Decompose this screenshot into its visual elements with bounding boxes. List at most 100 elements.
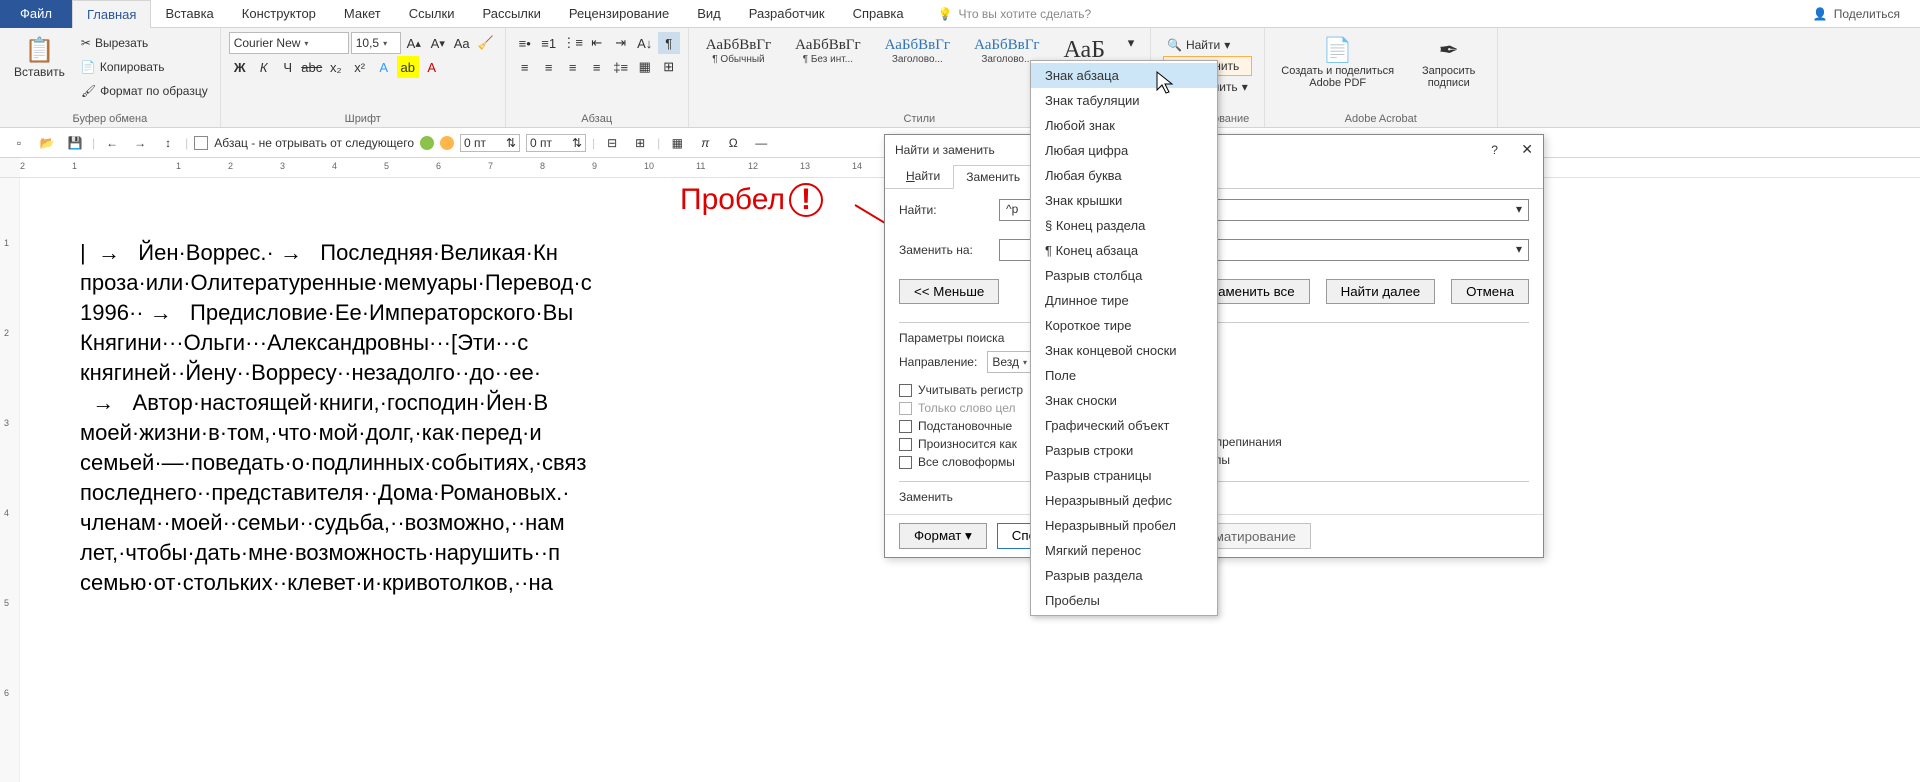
- copy-button[interactable]: 📄Копировать: [77, 56, 212, 78]
- shrink-font-button[interactable]: A▾: [427, 32, 449, 54]
- help-icon[interactable]: ?: [1491, 143, 1498, 157]
- document-line[interactable]: → Автор·настоящей·книги,·господин·Йен·В: [80, 388, 980, 418]
- tab-mailings[interactable]: Рассылки: [468, 0, 554, 28]
- align-left-button[interactable]: ≡: [514, 56, 536, 78]
- arrow-up-down-icon[interactable]: ↕: [157, 132, 179, 154]
- all-forms-check[interactable]: Все словоформы: [899, 455, 1023, 469]
- ctx-item-21[interactable]: Пробелы: [1031, 588, 1217, 613]
- ctx-item-8[interactable]: Разрыв столбца: [1031, 263, 1217, 288]
- ctx-item-18[interactable]: Неразрывный пробел: [1031, 513, 1217, 538]
- request-sign-button[interactable]: ✒Запросить подписи: [1409, 32, 1489, 93]
- vertical-ruler[interactable]: 123456: [0, 178, 20, 782]
- ctx-item-12[interactable]: Поле: [1031, 363, 1217, 388]
- orange-dot-icon[interactable]: [440, 136, 454, 150]
- subscript-button[interactable]: x₂: [325, 56, 347, 78]
- format-painter-button[interactable]: 🖌Формат по образцу: [77, 80, 212, 102]
- new-doc-icon[interactable]: ▫: [8, 132, 30, 154]
- ctx-item-17[interactable]: Неразрывный дефис: [1031, 488, 1217, 513]
- document-line[interactable]: лет,·чтобы·дать·мне·возможность·нарушить…: [80, 538, 980, 568]
- tab-file[interactable]: Файл: [0, 0, 72, 28]
- tab-design[interactable]: Конструктор: [228, 0, 330, 28]
- cancel-button[interactable]: Отмена: [1451, 279, 1529, 304]
- multilevel-button[interactable]: ⋮≡: [562, 32, 584, 54]
- ctx-item-14[interactable]: Графический объект: [1031, 413, 1217, 438]
- underline-button[interactable]: Ч: [277, 56, 299, 78]
- pi-icon[interactable]: π: [694, 132, 716, 154]
- tab-home[interactable]: Главная: [72, 0, 151, 28]
- document-line[interactable]: последнего··представителя··Дома·Романовы…: [80, 478, 980, 508]
- borders-button[interactable]: ⊞: [658, 56, 680, 78]
- ctx-item-2[interactable]: Любой знак: [1031, 113, 1217, 138]
- styles-more-button[interactable]: ▾: [1120, 32, 1142, 54]
- clear-format-button[interactable]: 🧹: [475, 32, 497, 54]
- dlg-tab-replace[interactable]: Заменить: [953, 165, 1033, 189]
- spacing-before[interactable]: 0 пт⇅: [460, 134, 520, 152]
- show-marks-button[interactable]: ¶: [658, 32, 680, 54]
- document-line[interactable]: | → Йен·Воррес.· → Последняя·Великая·Кн: [80, 238, 980, 268]
- format-button[interactable]: Формат ▾: [899, 523, 987, 549]
- save-icon[interactable]: 💾: [64, 132, 86, 154]
- document-line[interactable]: моей·жизни·в·том,·что·мой·долг,·как·пере…: [80, 418, 980, 448]
- font-color-button[interactable]: A: [421, 56, 443, 78]
- increase-indent-button[interactable]: ⇥: [610, 32, 632, 54]
- table-icon[interactable]: ▦: [666, 132, 688, 154]
- cut-button[interactable]: ✂Вырезать: [77, 32, 212, 54]
- text-effects-button[interactable]: A: [373, 56, 395, 78]
- arrow-left-icon[interactable]: ←: [101, 132, 123, 154]
- shading-button[interactable]: ▦: [634, 56, 656, 78]
- change-case-button[interactable]: Aa: [451, 32, 473, 54]
- document-line[interactable]: 1996·· → Предисловие·Ее·Императорского·В…: [80, 298, 980, 328]
- direction-combo[interactable]: Везд▾: [987, 351, 1032, 373]
- match-case-check[interactable]: Учитывать регистр: [899, 383, 1023, 397]
- open-icon[interactable]: 📂: [36, 132, 58, 154]
- sounds-like-check[interactable]: Произносится как: [899, 437, 1023, 451]
- green-dot-icon[interactable]: [420, 136, 434, 150]
- document-line[interactable]: проза·или·Олитературенные·мемуары·Перево…: [80, 268, 980, 298]
- toggle2-icon[interactable]: ⊞: [629, 132, 651, 154]
- dropdown-icon[interactable]: ▾: [1516, 242, 1522, 256]
- paste-button[interactable]: 📋 Вставить: [8, 32, 71, 83]
- align-right-button[interactable]: ≡: [562, 56, 584, 78]
- tab-help[interactable]: Справка: [839, 0, 918, 28]
- ctx-item-6[interactable]: § Конец раздела: [1031, 213, 1217, 238]
- italic-button[interactable]: К: [253, 56, 275, 78]
- ctx-item-16[interactable]: Разрыв страницы: [1031, 463, 1217, 488]
- ctx-item-5[interactable]: Знак крышки: [1031, 188, 1217, 213]
- document-line[interactable]: членам··моей··семьи··судьба,··возможно,·…: [80, 508, 980, 538]
- strike-button[interactable]: abc: [301, 56, 323, 78]
- keep-with-next-check[interactable]: [194, 136, 208, 150]
- font-size-combo[interactable]: 10,5▾: [351, 32, 401, 54]
- ctx-item-11[interactable]: Знак концевой сноски: [1031, 338, 1217, 363]
- ctx-item-4[interactable]: Любая буква: [1031, 163, 1217, 188]
- style-no-spacing[interactable]: АаБбВвГг¶ Без инт...: [786, 32, 869, 70]
- tab-view[interactable]: Вид: [683, 0, 735, 28]
- font-name-combo[interactable]: Courier New▾: [229, 32, 349, 54]
- find-next-button[interactable]: Найти далее: [1326, 279, 1436, 304]
- em-dash-icon[interactable]: —: [750, 132, 772, 154]
- line-spacing-button[interactable]: ‡≡: [610, 56, 632, 78]
- align-center-button[interactable]: ≡: [538, 56, 560, 78]
- less-button[interactable]: << Меньше: [899, 279, 999, 304]
- ctx-item-19[interactable]: Мягкий перенос: [1031, 538, 1217, 563]
- spacing-after[interactable]: 0 пт⇅: [526, 134, 586, 152]
- tell-me-box[interactable]: 💡 Что вы хотите сделать?: [938, 7, 1092, 21]
- ctx-item-7[interactable]: ¶ Конец абзаца: [1031, 238, 1217, 263]
- ctx-item-15[interactable]: Разрыв строки: [1031, 438, 1217, 463]
- wildcards-check[interactable]: Подстановочные: [899, 419, 1023, 433]
- ctx-item-9[interactable]: Длинное тире: [1031, 288, 1217, 313]
- tab-insert[interactable]: Вставка: [151, 0, 227, 28]
- tab-layout[interactable]: Макет: [330, 0, 395, 28]
- decrease-indent-button[interactable]: ⇤: [586, 32, 608, 54]
- document-line[interactable]: семью·от·стольких··клевет·и·кривотолков,…: [80, 568, 980, 598]
- toggle1-icon[interactable]: ⊟: [601, 132, 623, 154]
- document-line[interactable]: Княгини···Ольги···Александровны···[Эти··…: [80, 328, 980, 358]
- ctx-item-3[interactable]: Любая цифра: [1031, 138, 1217, 163]
- dropdown-icon[interactable]: ▾: [1516, 202, 1522, 216]
- omega-icon[interactable]: Ω: [722, 132, 744, 154]
- share-button[interactable]: 👤 Поделиться: [1813, 7, 1920, 21]
- tab-developer[interactable]: Разработчик: [735, 0, 839, 28]
- create-pdf-button[interactable]: 📄Создать и поделиться Adobe PDF: [1273, 32, 1403, 93]
- style-heading1[interactable]: АаБбВвГгЗаголово...: [876, 32, 959, 70]
- arrow-right-icon[interactable]: →: [129, 132, 151, 154]
- whole-word-check[interactable]: Только слово цел: [899, 401, 1023, 415]
